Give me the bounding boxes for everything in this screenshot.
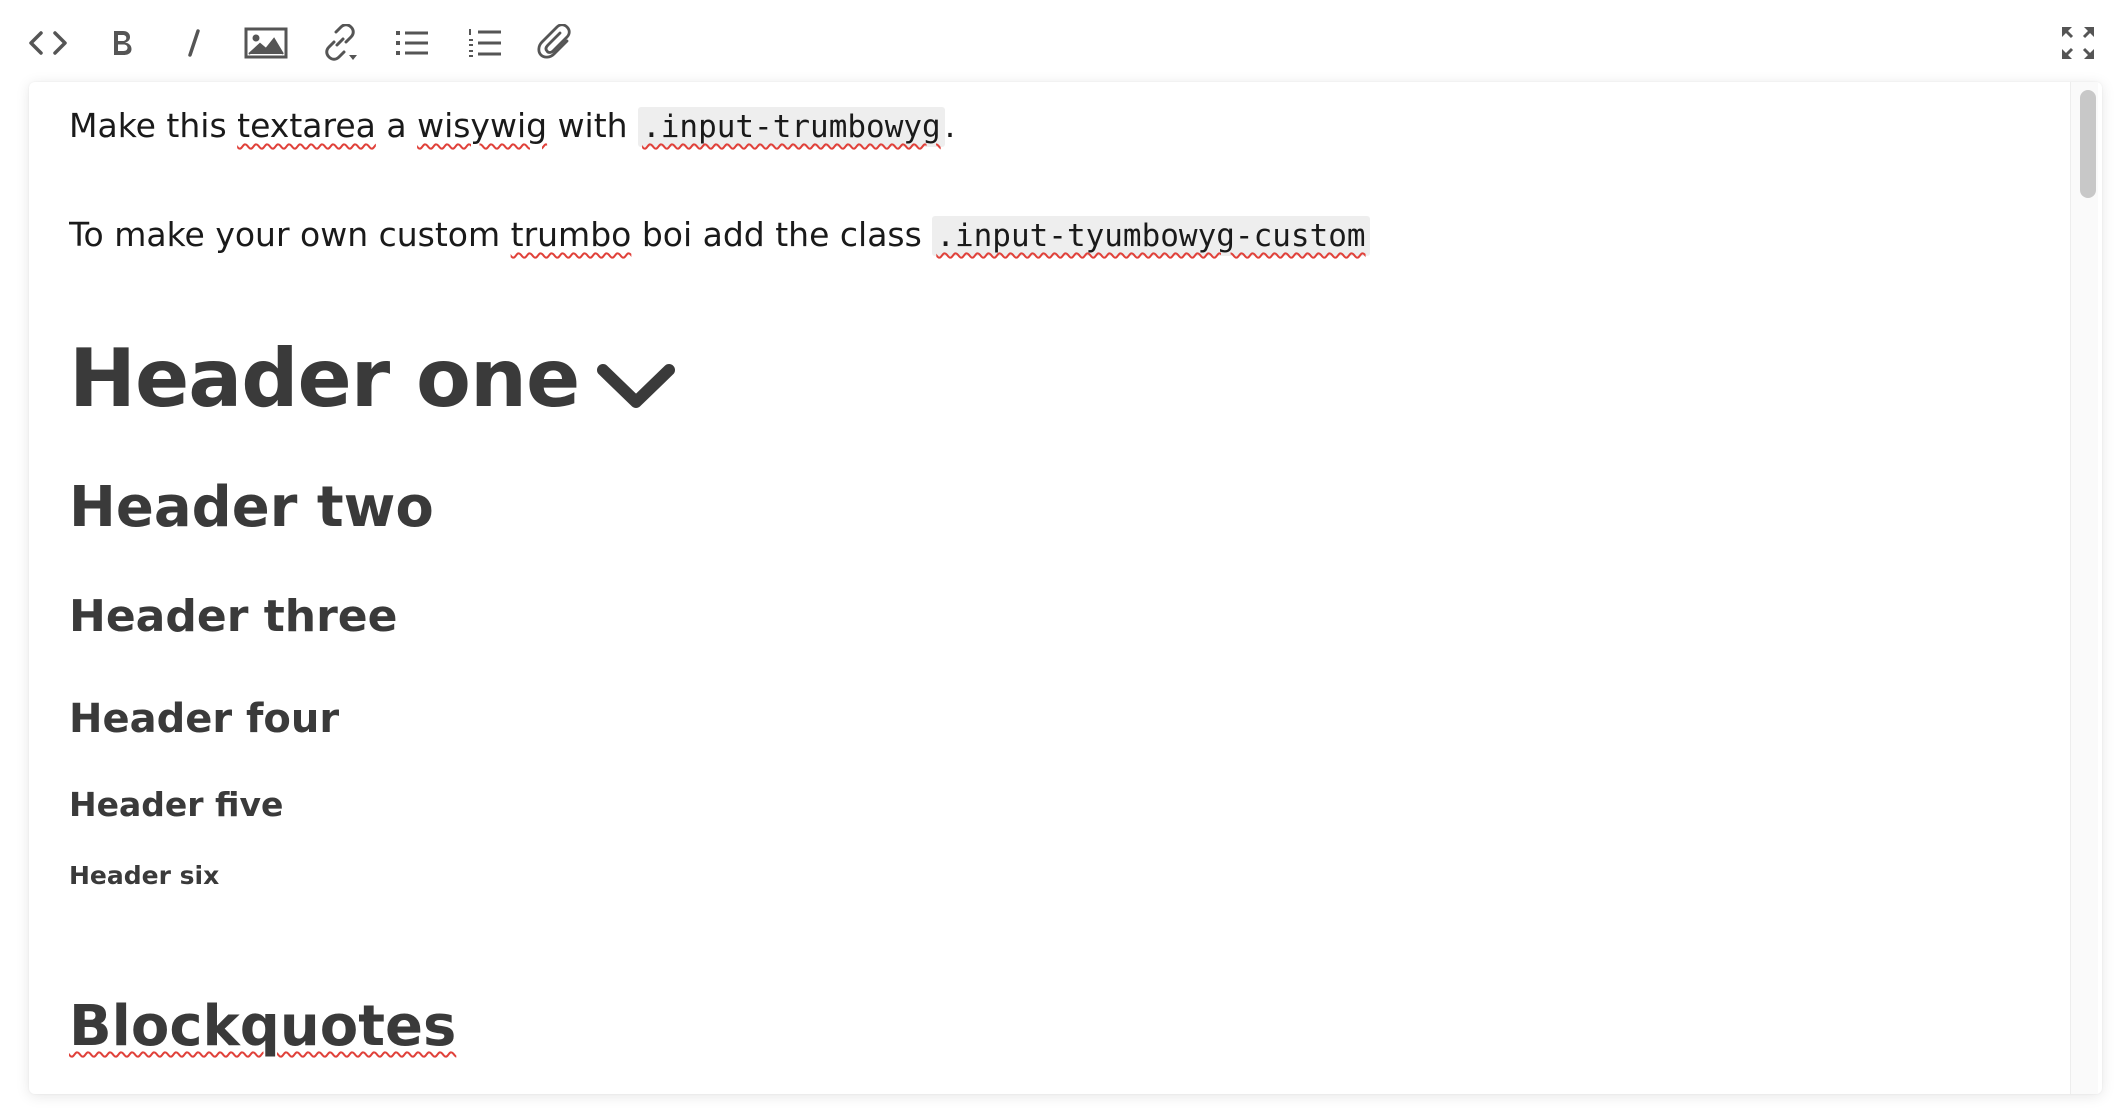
chevron-down-icon — [597, 338, 676, 431]
insert-link-button[interactable] — [310, 18, 370, 68]
paragraph-1: Make this textarea a wisywig with .input… — [69, 106, 956, 147]
insert-image-button[interactable] — [236, 18, 296, 68]
paragraph-text: . — [944, 106, 956, 145]
blockquotes-heading: Blockquotes — [69, 994, 456, 1059]
editor-page: Make this textarea a wisywig with .input… — [0, 0, 2126, 1114]
editor-textarea[interactable]: Make this textarea a wisywig with .input… — [29, 82, 2102, 1094]
ordered-list-button[interactable] — [455, 18, 515, 68]
link-icon — [325, 24, 357, 61]
numbered-list-icon — [469, 29, 501, 57]
inline-code: .input-tyumbowyg-custom — [932, 216, 1370, 256]
header-five: Header five — [69, 785, 284, 824]
code-icon — [29, 31, 67, 55]
fullscreen-icon — [2062, 27, 2094, 59]
paragraph-text: To make your own custom — [69, 215, 511, 254]
editor-scrollbar[interactable] — [2070, 82, 2098, 1094]
misspelled-word: wisywig — [417, 106, 548, 145]
paragraph-text: boi add the class — [631, 215, 933, 254]
italic-button[interactable] — [164, 18, 224, 68]
blockquotes-heading-text: Blockquotes — [69, 994, 457, 1059]
image-icon — [244, 27, 288, 59]
bullet-list-icon — [396, 31, 428, 55]
attachment-button[interactable] — [526, 18, 586, 68]
paragraph-text: a — [375, 106, 418, 145]
header-one: Header one — [69, 332, 676, 431]
unordered-list-button[interactable] — [382, 18, 442, 68]
paragraph-2: To make your own custom trumbo boi add t… — [69, 215, 1370, 256]
header-three: Header three — [69, 591, 398, 642]
bold-button[interactable] — [92, 18, 152, 68]
misspelled-word: trumbo — [510, 215, 632, 254]
header-two: Header two — [69, 475, 434, 540]
italic-icon — [188, 29, 200, 57]
header-four: Header four — [69, 696, 340, 742]
inline-code: .input-trumbowyg — [638, 107, 945, 147]
bold-icon — [114, 31, 132, 55]
paragraph-text: Make this — [69, 106, 238, 145]
scrollbar-thumb[interactable] — [2080, 90, 2096, 198]
fullscreen-button[interactable] — [2048, 18, 2108, 68]
editor-toolbar — [0, 0, 2126, 86]
view-html-button[interactable] — [18, 18, 78, 68]
misspelled-word: textarea — [237, 106, 376, 145]
header-six: Header six — [69, 861, 220, 890]
paperclip-icon — [537, 24, 571, 59]
paragraph-text: with — [547, 106, 639, 145]
editor-content[interactable]: Make this textarea a wisywig with .input… — [69, 82, 2049, 1094]
header-one-text: Header one — [69, 332, 580, 425]
